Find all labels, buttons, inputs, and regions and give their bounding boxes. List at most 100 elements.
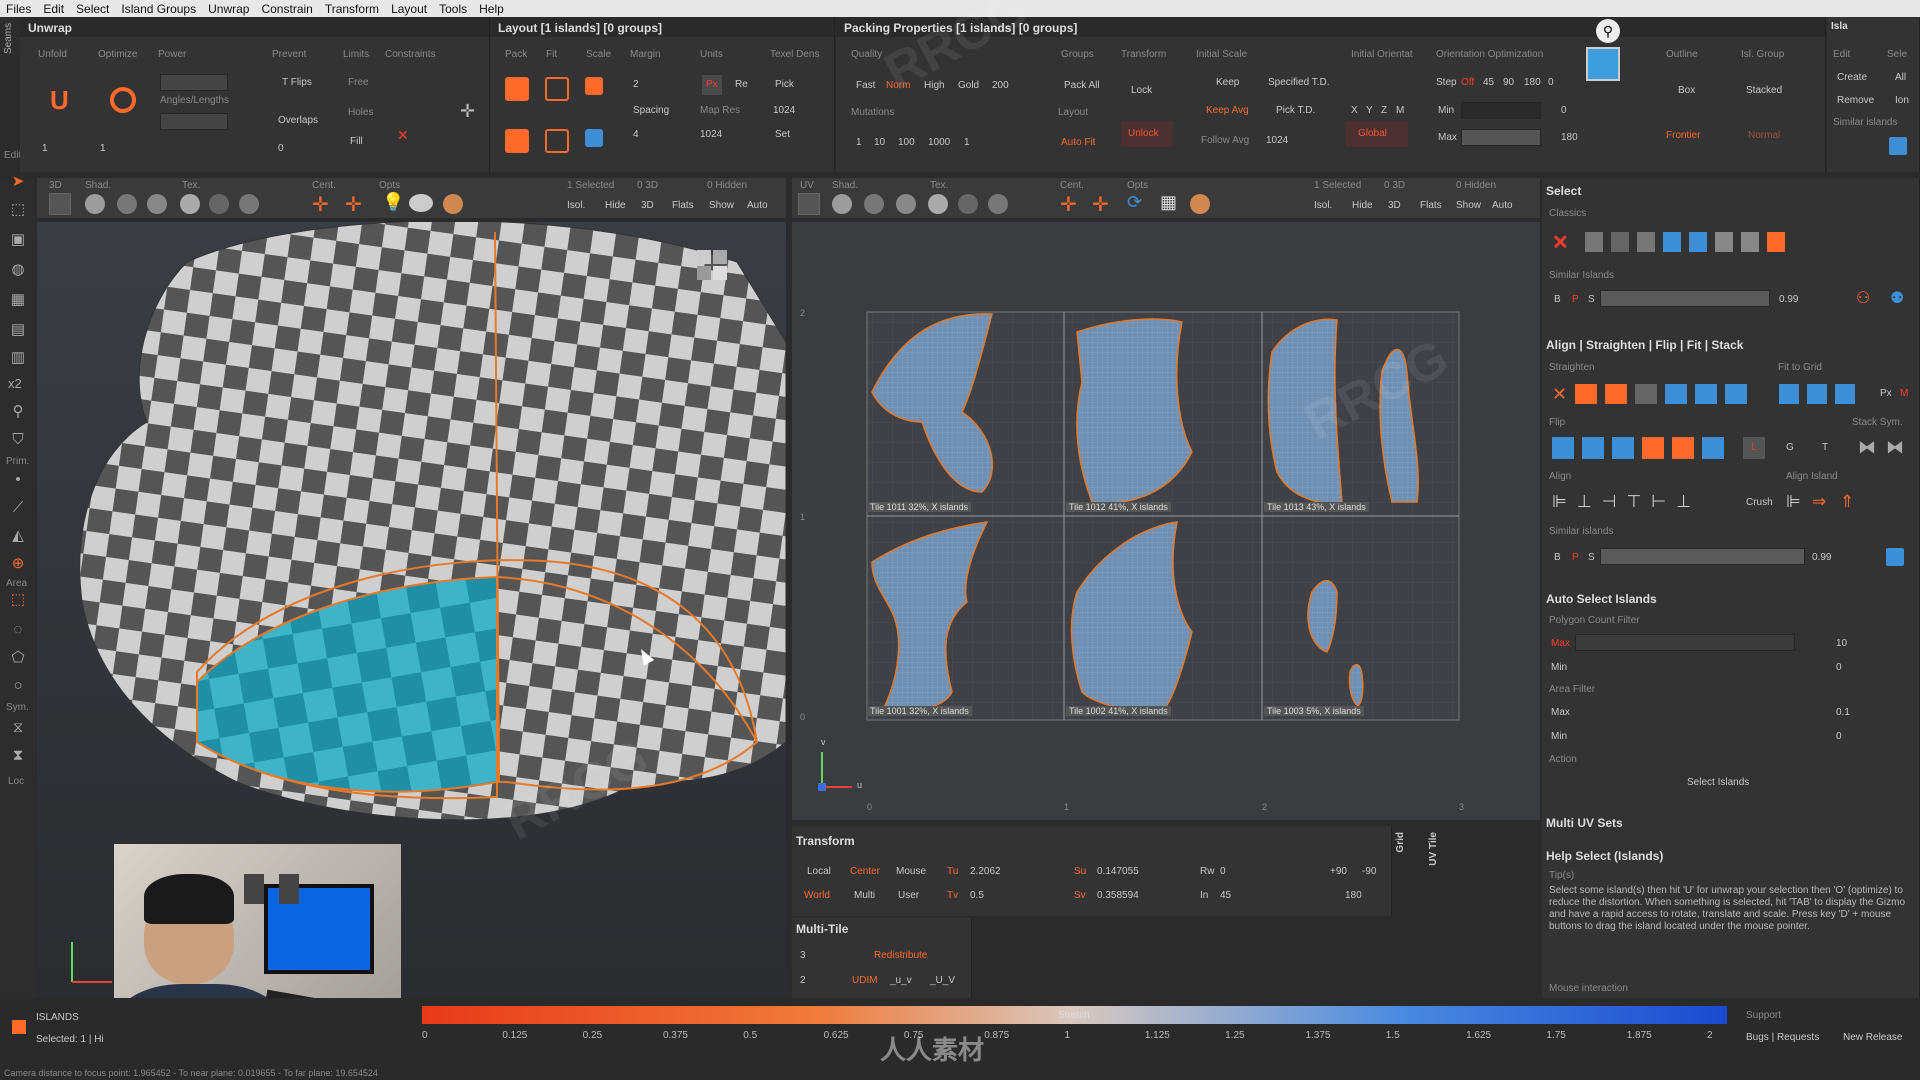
uv-show-button[interactable]: Show — [1456, 200, 1481, 211]
uv-3d-button[interactable]: 3D — [1388, 200, 1401, 211]
scale-tile-icon[interactable] — [585, 129, 603, 147]
scale-button-icon[interactable] — [585, 77, 603, 95]
sele-tab[interactable]: Sele — [1887, 49, 1907, 60]
uv-center2-icon[interactable]: ✛ — [1092, 192, 1109, 217]
align-right-icon[interactable]: ⊣ — [1602, 492, 1617, 512]
align-left-icon[interactable]: ⊫ — [1552, 492, 1567, 512]
stack-sym-b-icon[interactable]: ⧓ — [1886, 437, 1904, 458]
pick-td-button[interactable]: Pick T.D. — [1276, 105, 1315, 116]
crush-button[interactable]: Crush — [1746, 497, 1773, 508]
box-button[interactable]: Box — [1678, 85, 1695, 96]
similar-value[interactable]: 0.99 — [1779, 294, 1798, 305]
rotate-180-icon[interactable] — [1702, 437, 1724, 459]
similar-group-icon[interactable]: ⚉ — [1890, 288, 1904, 308]
straighten-x-icon[interactable]: ✕ — [1552, 384, 1567, 405]
select-invert-icon[interactable] — [1611, 232, 1629, 252]
quality-fast[interactable]: Fast — [856, 80, 875, 91]
3d-tab[interactable]: 3D — [49, 180, 62, 191]
menu-item-constrain[interactable]: Constrain — [261, 2, 312, 16]
tex-tab[interactable]: Tex. — [182, 180, 200, 191]
mutation-100[interactable]: 100 — [898, 137, 915, 148]
limits-tab[interactable]: Limits — [343, 49, 369, 60]
rotate-minus90-button[interactable]: -90 — [1362, 866, 1376, 877]
remove-button[interactable]: Remove — [1837, 95, 1874, 106]
center-pivot-icon[interactable]: ✛ — [312, 192, 329, 217]
constraints-tab[interactable]: Constraints — [385, 49, 436, 60]
bugs-requests-link[interactable]: Bugs | Requests — [1746, 1032, 1819, 1043]
free-label[interactable]: Free — [348, 77, 369, 88]
material-icon[interactable] — [443, 194, 463, 214]
uv-tex-grid-icon[interactable] — [988, 194, 1008, 214]
specified-td-button[interactable]: Specified T.D. — [1268, 77, 1330, 88]
align-center-h-icon[interactable]: ⊥ — [1577, 492, 1592, 512]
shad-tab[interactable]: Shad. — [85, 180, 111, 191]
shade-mix-icon[interactable] — [147, 194, 167, 214]
fill-remove-icon[interactable]: ✕ — [397, 127, 409, 144]
quality-high[interactable]: High — [924, 80, 945, 91]
flip-l-button[interactable]: L — [1743, 437, 1765, 459]
tex-none-icon[interactable] — [180, 194, 200, 214]
optimize-tab[interactable]: Optimize — [98, 49, 137, 60]
auto-fit-button[interactable]: Auto Fit — [1061, 137, 1095, 148]
pack-tab[interactable]: Pack — [505, 49, 527, 60]
fit-m-button[interactable]: M — [1900, 388, 1908, 399]
area-max-value[interactable]: 0.1 — [1836, 707, 1850, 718]
align-b[interactable]: B — [1554, 552, 1561, 563]
optimize-iter-value[interactable]: 1 — [100, 143, 106, 154]
quality-gold[interactable]: Gold — [958, 80, 979, 91]
stack-icon[interactable] — [1889, 137, 1907, 155]
opts-tab[interactable]: Opts — [379, 180, 400, 191]
spacing-value[interactable]: 4 — [633, 129, 639, 140]
fit-tab[interactable]: Fit — [546, 49, 557, 60]
tex-checker-icon[interactable] — [209, 194, 229, 214]
pick-button[interactable]: Pick — [775, 79, 794, 90]
select-flipped-icon[interactable] — [1767, 232, 1785, 252]
quality-gold-value[interactable]: 200 — [992, 80, 1009, 91]
rect-select-icon[interactable]: ⬚ — [8, 590, 28, 610]
mutation-1000[interactable]: 1000 — [928, 137, 950, 148]
uv-tex-none-icon[interactable] — [928, 194, 948, 214]
edge-icon[interactable]: ⟋ — [8, 498, 28, 518]
power-slider[interactable] — [160, 74, 228, 91]
align-center-v-icon[interactable]: ⊢ — [1651, 492, 1666, 512]
flats-button[interactable]: Flats — [672, 200, 694, 211]
flip-v-icon[interactable] — [1582, 437, 1604, 459]
prevent-tab[interactable]: Prevent — [272, 49, 306, 60]
point-icon[interactable]: • — [8, 470, 28, 490]
uv-cent-tab[interactable]: Cent. — [1060, 180, 1084, 191]
px-button[interactable]: Px — [702, 75, 722, 95]
udim-button[interactable]: UDIM — [852, 975, 878, 986]
similar-slider[interactable] — [1600, 290, 1770, 307]
shield-icon[interactable]: ⛉ — [8, 430, 28, 450]
show-button[interactable]: Show — [709, 200, 734, 211]
multi-button[interactable]: Multi — [854, 890, 875, 901]
uv-viewport[interactable]: Tile 1011 32%, X islands Tile 1012 41%, … — [792, 222, 1540, 820]
uv-opts-tab[interactable]: Opts — [1127, 180, 1148, 191]
select-shrink-icon[interactable] — [1663, 232, 1681, 252]
power-tab[interactable]: Power — [158, 49, 186, 60]
align-stack-icon[interactable] — [1886, 548, 1904, 566]
grid-icon[interactable]: ▦ — [8, 290, 28, 310]
flip-t-button[interactable]: T — [1822, 442, 1828, 453]
straighten-h-icon[interactable] — [1575, 384, 1598, 404]
multitile-n1[interactable]: 3 — [800, 950, 806, 961]
margin-value[interactable]: 2 — [633, 79, 639, 90]
stack-sym-a-icon[interactable]: ⧓ — [1858, 437, 1876, 458]
shade-solid-icon[interactable] — [85, 194, 105, 214]
new-release-link[interactable]: New Release — [1843, 1032, 1902, 1043]
symmetry-plane-icon[interactable]: ⧗ — [8, 746, 28, 766]
unfold-tab[interactable]: Unfold — [38, 49, 67, 60]
align-s[interactable]: S — [1588, 552, 1595, 563]
min-slider[interactable] — [1461, 102, 1541, 119]
uv-flats-button[interactable]: Flats — [1420, 200, 1442, 211]
select-b[interactable]: B — [1554, 294, 1561, 305]
unfold-iter-value[interactable]: 1 — [42, 143, 48, 154]
deselect-icon[interactable]: ✕ — [1552, 230, 1569, 255]
align-island-c-icon[interactable]: ⇑ — [1840, 492, 1854, 512]
uv-shade-icon[interactable] — [832, 194, 852, 214]
uv-shad-tab[interactable]: Shad. — [832, 180, 858, 191]
min-value[interactable]: 0 — [1561, 105, 1567, 116]
tex-grid-icon[interactable] — [239, 194, 259, 214]
grid-tab[interactable]: Grid — [1395, 832, 1406, 853]
circle-select-icon[interactable]: ○ — [8, 676, 28, 696]
